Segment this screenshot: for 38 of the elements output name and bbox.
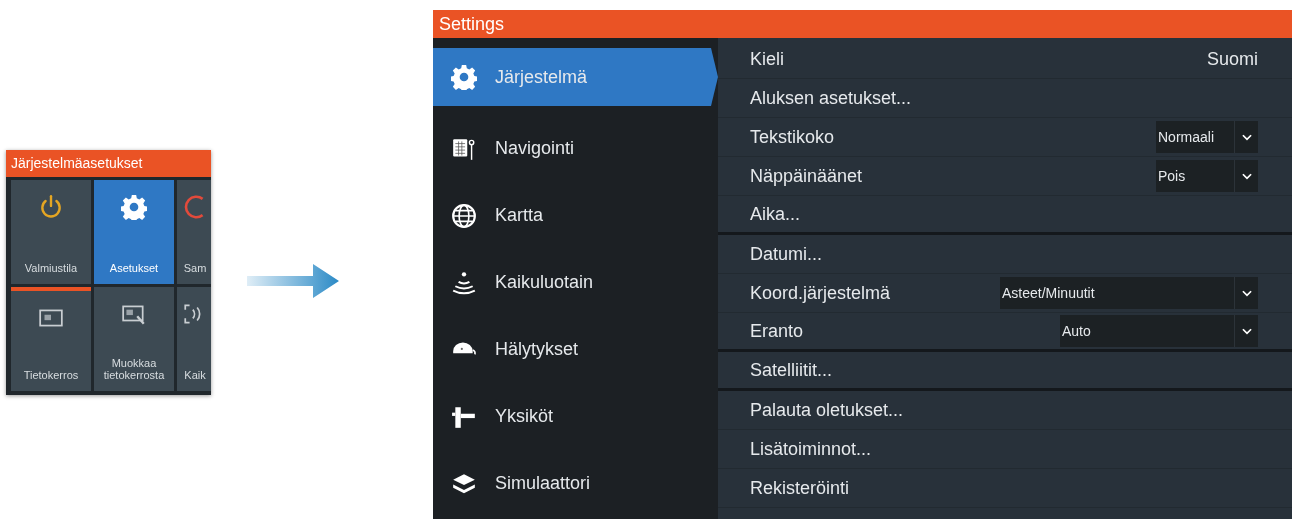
dropdown[interactable]: Pois [1156, 160, 1258, 192]
sidebar-item[interactable]: Hälytykset [433, 316, 718, 383]
setting-label: Koord.järjestelmä [750, 281, 891, 305]
sidebar-item[interactable]: Simulaattori [433, 450, 718, 517]
menu-tile[interactable]: Sam [177, 180, 211, 284]
setting-label[interactable]: Aluksen asetukset... [750, 84, 912, 112]
setting-label[interactable]: Lisätoiminnot... [750, 435, 872, 463]
panel-title: Järjestelmäasetukset [6, 150, 211, 177]
menu-tile[interactable]: Valmiustila [11, 180, 91, 284]
setting-label[interactable]: Aika... [750, 200, 801, 228]
menu-tile[interactable]: Muokkaa tietokerrosta [94, 287, 174, 391]
sidebar-item[interactable]: Kaikuluotain [433, 249, 718, 316]
menu-tile[interactable]: Tietokerros [11, 287, 91, 391]
setting-label[interactable]: Rekisteröinti [750, 474, 850, 502]
setting-label[interactable]: Satelliitit... [750, 356, 833, 384]
window-title: Settings [433, 10, 1292, 38]
setting-value: Suomi [1206, 47, 1258, 71]
dropdown[interactable]: Asteet/Minuutit [1000, 277, 1258, 309]
dropdown[interactable]: Auto [1060, 315, 1258, 347]
setting-label[interactable]: Datumi... [750, 240, 823, 268]
gear-icon [451, 64, 477, 90]
menu-tile[interactable]: Asetukset [94, 180, 174, 284]
menu-tile[interactable]: Kaik [177, 287, 211, 391]
sidebar-item[interactable]: Navigointi [433, 115, 718, 182]
gear-icon [121, 194, 147, 220]
sidebar-item[interactable]: Kartta [433, 182, 718, 249]
arrow-icon [247, 262, 339, 300]
setting-label: Näppäinäänet [750, 164, 863, 188]
sonar-icon [451, 269, 477, 296]
setting-label: Eranto [750, 319, 804, 343]
dropdown[interactable]: Normaali [1156, 121, 1258, 153]
sidebar-item[interactable]: Yksiköt [433, 383, 718, 450]
setting-label: Kieli [750, 47, 784, 71]
globe-icon [451, 202, 477, 229]
setting-label: Tekstikoko [750, 125, 835, 149]
setting-label[interactable]: Palauta oletukset... [750, 396, 904, 424]
sidebar-item[interactable]: Järjestelmä [433, 48, 718, 106]
power-icon [38, 194, 64, 220]
